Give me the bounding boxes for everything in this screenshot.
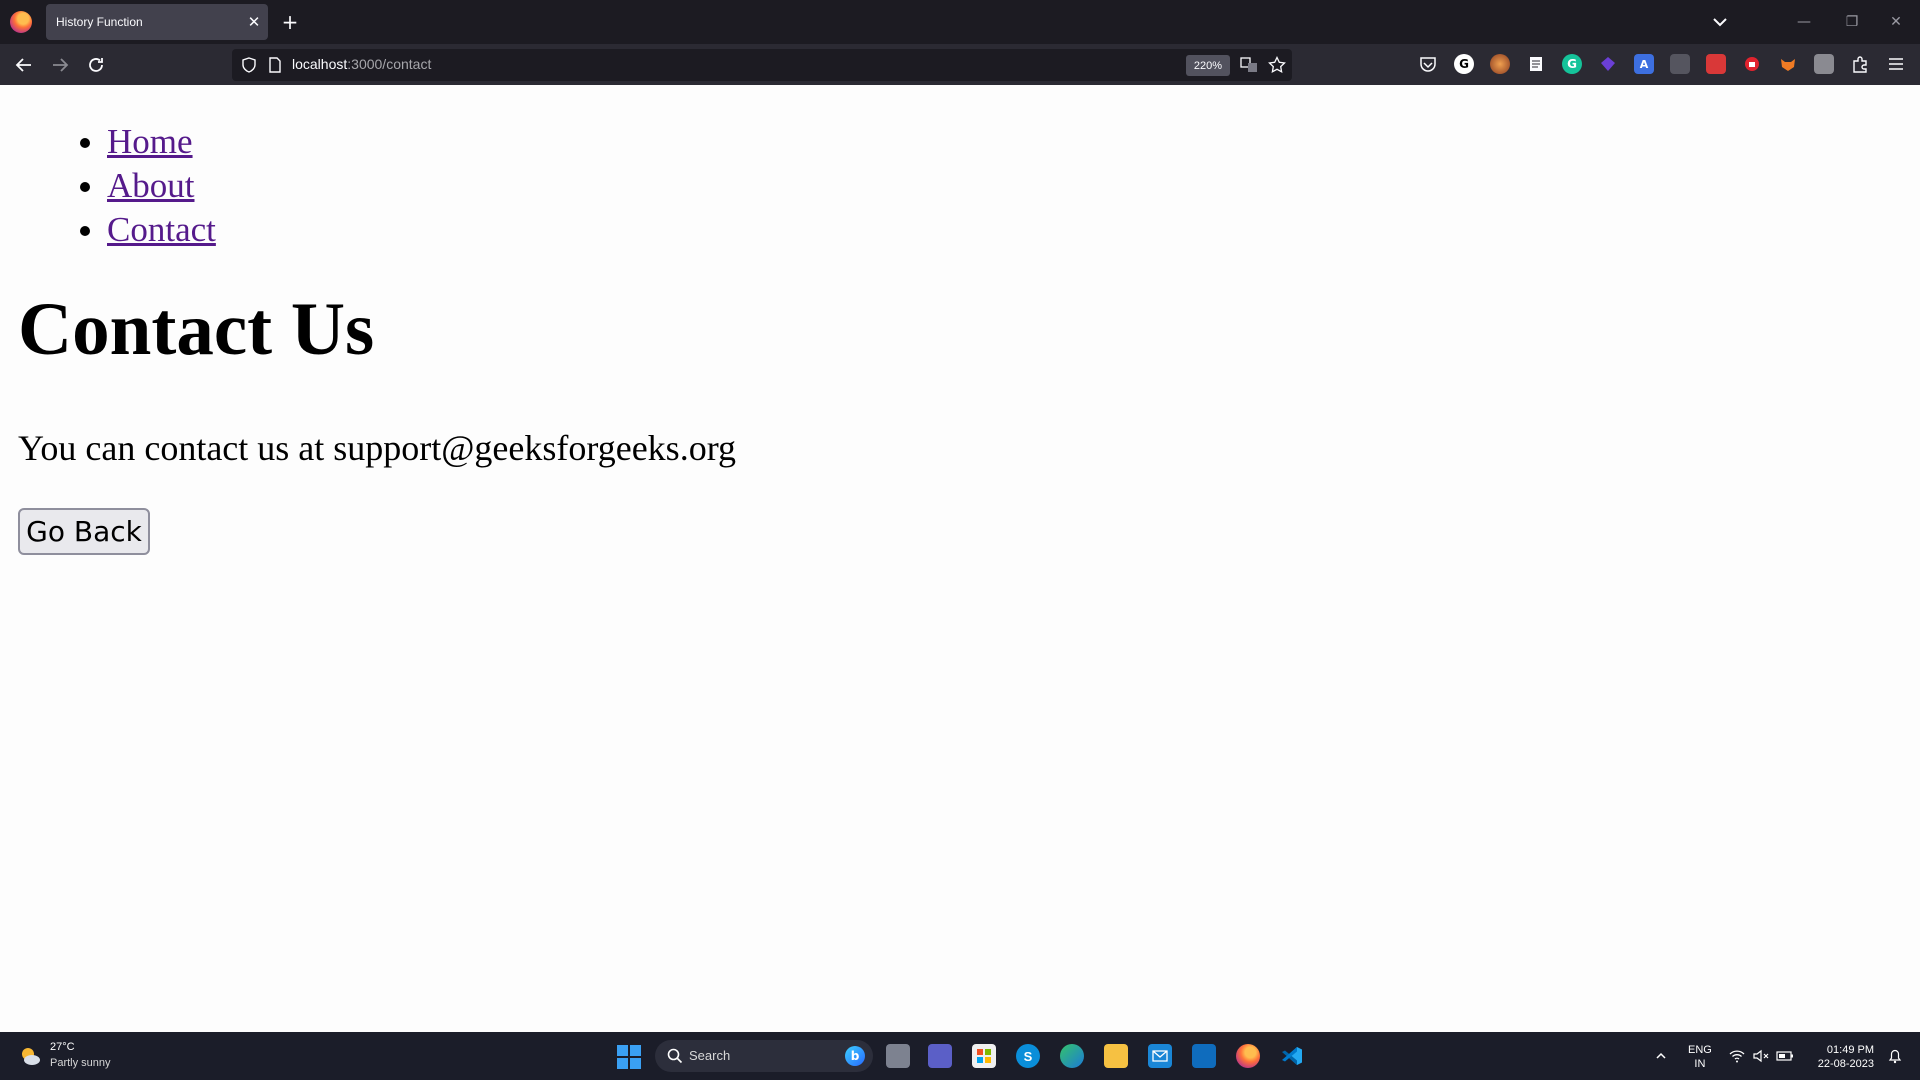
zoom-level-badge[interactable]: 220%: [1186, 55, 1230, 76]
tab-history-function[interactable]: History Function ✕: [46, 4, 268, 40]
language-code: ENG: [1688, 1044, 1712, 1056]
page-nav-list: Home About Contact: [107, 120, 216, 252]
profile-extension-icon[interactable]: [1814, 54, 1834, 74]
skype-icon[interactable]: S: [1016, 1044, 1040, 1068]
language-indicator[interactable]: ENG IN: [1688, 1043, 1712, 1071]
contact-paragraph: You can contact us at support@geeksforge…: [18, 428, 737, 468]
address-bar[interactable]: localhost:3000/contact 220%: [232, 49, 1292, 81]
grammarly-icon[interactable]: G: [1562, 54, 1582, 74]
system-clock[interactable]: 01:49 PM 22-08-2023: [1808, 1043, 1874, 1071]
teams-chat-icon[interactable]: [928, 1044, 952, 1068]
tab-close-icon[interactable]: ✕: [240, 8, 268, 36]
page-title: Contact Us: [18, 288, 375, 371]
volume-muted-icon[interactable]: [1752, 1047, 1770, 1065]
url-path: :3000/contact: [347, 56, 432, 72]
show-hidden-icons-chevron-icon[interactable]: [1652, 1047, 1670, 1065]
battery-icon[interactable]: [1776, 1047, 1794, 1065]
gray-extension-icon[interactable]: [1670, 54, 1690, 74]
red-extension-icon[interactable]: [1706, 54, 1726, 74]
nav-item-home: Home: [107, 120, 216, 164]
nav-item-contact: Contact: [107, 208, 216, 252]
language-region: IN: [1694, 1058, 1706, 1070]
edge-browser-icon[interactable]: [1060, 1044, 1084, 1068]
reload-icon[interactable]: [82, 51, 110, 79]
vscode-icon[interactable]: [1280, 1044, 1304, 1068]
tab-bar: History Function ✕ + — ❐ ✕: [0, 0, 1920, 44]
blue-app-icon[interactable]: [1192, 1044, 1216, 1068]
tab-title: History Function: [56, 15, 143, 29]
task-view-icon[interactable]: [886, 1044, 910, 1068]
back-arrow-icon[interactable]: [10, 51, 38, 79]
hamburger-menu-icon[interactable]: [1886, 54, 1906, 74]
clock-date: 22-08-2023: [1817, 1058, 1874, 1070]
page-content: Home About Contact Contact Us You can co…: [0, 85, 1920, 1032]
pocket-icon[interactable]: [1418, 54, 1438, 74]
weather-temperature: 27°C: [50, 1041, 75, 1053]
shield-icon[interactable]: [240, 56, 258, 74]
new-tab-button[interactable]: +: [278, 8, 302, 36]
translate-icon[interactable]: [1240, 56, 1258, 74]
weather-description: Partly sunny: [50, 1057, 111, 1069]
firefox-logo-icon[interactable]: [10, 11, 32, 33]
nav-link-home[interactable]: Home: [107, 122, 193, 161]
weather-partly-sunny-icon[interactable]: [18, 1044, 42, 1068]
mail-icon[interactable]: [1148, 1044, 1172, 1068]
bing-icon[interactable]: b: [845, 1046, 865, 1066]
go-back-button[interactable]: Go Back: [18, 508, 150, 555]
wifi-icon[interactable]: [1728, 1047, 1746, 1065]
nav-toolbar: localhost:3000/contact 220% G G A: [0, 44, 1920, 85]
taskbar-search-box[interactable]: Search b: [655, 1040, 873, 1072]
search-icon: [667, 1048, 683, 1064]
minimize-icon[interactable]: —: [1784, 8, 1824, 36]
notifications-icon[interactable]: [1886, 1047, 1904, 1065]
list-all-tabs-chevron-icon[interactable]: [1708, 10, 1732, 34]
cookie-extension-icon[interactable]: [1490, 54, 1510, 74]
forward-arrow-icon[interactable]: [46, 51, 74, 79]
extensions-puzzle-icon[interactable]: [1850, 54, 1870, 74]
taskbar: 27°C Partly sunny Search b S ENG IN 01:4…: [0, 1032, 1920, 1080]
fox-extension-icon[interactable]: [1778, 54, 1798, 74]
restore-icon[interactable]: ❐: [1832, 8, 1872, 36]
purple-gem-extension-icon[interactable]: [1598, 54, 1618, 74]
search-placeholder: Search: [689, 1048, 731, 1063]
microsoft-store-icon[interactable]: [972, 1044, 996, 1068]
translate-extension-icon[interactable]: A: [1634, 54, 1654, 74]
url-host: localhost: [292, 56, 348, 72]
url-text[interactable]: localhost:3000/contact: [292, 56, 431, 72]
file-explorer-icon[interactable]: [1104, 1044, 1128, 1068]
nav-item-about: About: [107, 164, 216, 208]
windows-start-icon[interactable]: [617, 1045, 641, 1069]
bookmark-star-icon[interactable]: [1268, 56, 1286, 74]
g-extension-icon[interactable]: G: [1454, 54, 1474, 74]
reader-extension-icon[interactable]: [1526, 54, 1546, 74]
clock-time: 01:49 PM: [1826, 1044, 1874, 1056]
page-info-icon[interactable]: [266, 56, 284, 74]
firefox-taskbar-icon[interactable]: [1236, 1044, 1260, 1068]
close-window-icon[interactable]: ✕: [1876, 8, 1916, 36]
nav-link-about[interactable]: About: [107, 166, 195, 205]
red-circle-extension-icon[interactable]: [1742, 54, 1762, 74]
nav-link-contact[interactable]: Contact: [107, 210, 216, 249]
